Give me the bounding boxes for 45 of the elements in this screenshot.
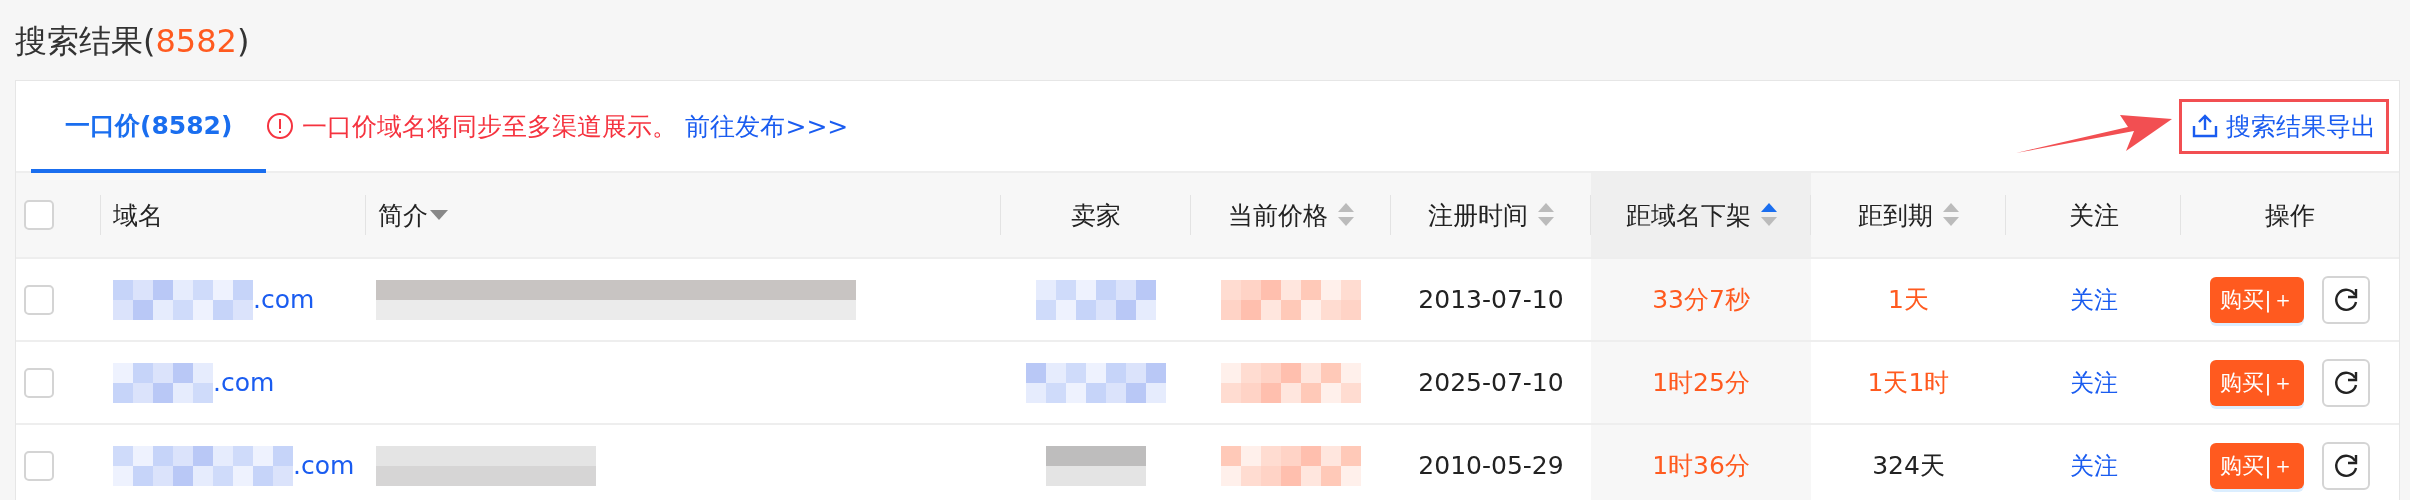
expiry-text: 1天 bbox=[1888, 285, 1929, 314]
sort-icon[interactable] bbox=[1338, 203, 1354, 227]
sort-icon[interactable] bbox=[1943, 203, 1959, 227]
sort-icon[interactable] bbox=[1760, 203, 1777, 227]
column-header: 域名 bbox=[113, 199, 163, 232]
column-header: 距到期 bbox=[1858, 199, 1933, 232]
domain-link[interactable]: .com bbox=[253, 285, 315, 314]
follow-button[interactable]: 关注 bbox=[2063, 365, 2124, 400]
countdown-text: 1时36分 bbox=[1652, 451, 1750, 480]
date-text: 2010-05-29 bbox=[1418, 451, 1564, 480]
column-header: 简介 bbox=[378, 199, 428, 232]
checkbox[interactable] bbox=[24, 450, 54, 481]
domain-link[interactable]: .com bbox=[293, 451, 355, 480]
countdown-text: 1时25分 bbox=[1652, 368, 1750, 397]
page-title: 搜索结果(8582) bbox=[15, 21, 250, 62]
checkbox[interactable] bbox=[24, 367, 54, 398]
upload-icon bbox=[2192, 113, 2218, 139]
buy-button[interactable]: 购买|＋ bbox=[2210, 442, 2304, 489]
buy-button[interactable]: 购买|＋ bbox=[2210, 359, 2304, 406]
column-header: 注册时间 bbox=[1428, 199, 1528, 232]
follow-button[interactable]: 关注 bbox=[2063, 448, 2124, 483]
domain-link[interactable]: .com bbox=[213, 368, 275, 397]
refresh-button[interactable] bbox=[2321, 358, 2370, 407]
column-header: 关注 bbox=[2068, 199, 2119, 232]
column-header: 当前价格 bbox=[1228, 199, 1328, 232]
export-button[interactable]: 搜索结果导出 bbox=[2179, 98, 2389, 154]
checkbox[interactable] bbox=[24, 284, 54, 315]
warning-icon bbox=[266, 112, 295, 140]
follow-button[interactable]: 关注 bbox=[2063, 282, 2124, 317]
publish-link[interactable]: 前往发布>>> bbox=[685, 109, 849, 143]
expiry-text: 324天 bbox=[1872, 451, 1945, 480]
column-header: 操作 bbox=[2265, 199, 2315, 232]
refresh-button[interactable] bbox=[2321, 441, 2370, 490]
column-header: 卖家 bbox=[1071, 199, 1121, 232]
sort-icon[interactable] bbox=[1538, 203, 1554, 227]
buy-button[interactable]: 购买|＋ bbox=[2210, 276, 2304, 323]
column-header: 距域名下架 bbox=[1625, 199, 1751, 232]
checkbox[interactable] bbox=[24, 200, 54, 230]
notice-text: 一口价域名将同步至多渠道展示。 bbox=[302, 110, 678, 143]
countdown-text: 33分7秒 bbox=[1652, 285, 1750, 314]
expiry-text: 1天1时 bbox=[1867, 368, 1950, 397]
date-text: 2013-07-10 bbox=[1418, 285, 1564, 314]
date-text: 2025-07-10 bbox=[1418, 368, 1564, 397]
dropdown-icon[interactable] bbox=[430, 210, 448, 220]
refresh-button[interactable] bbox=[2321, 275, 2370, 324]
